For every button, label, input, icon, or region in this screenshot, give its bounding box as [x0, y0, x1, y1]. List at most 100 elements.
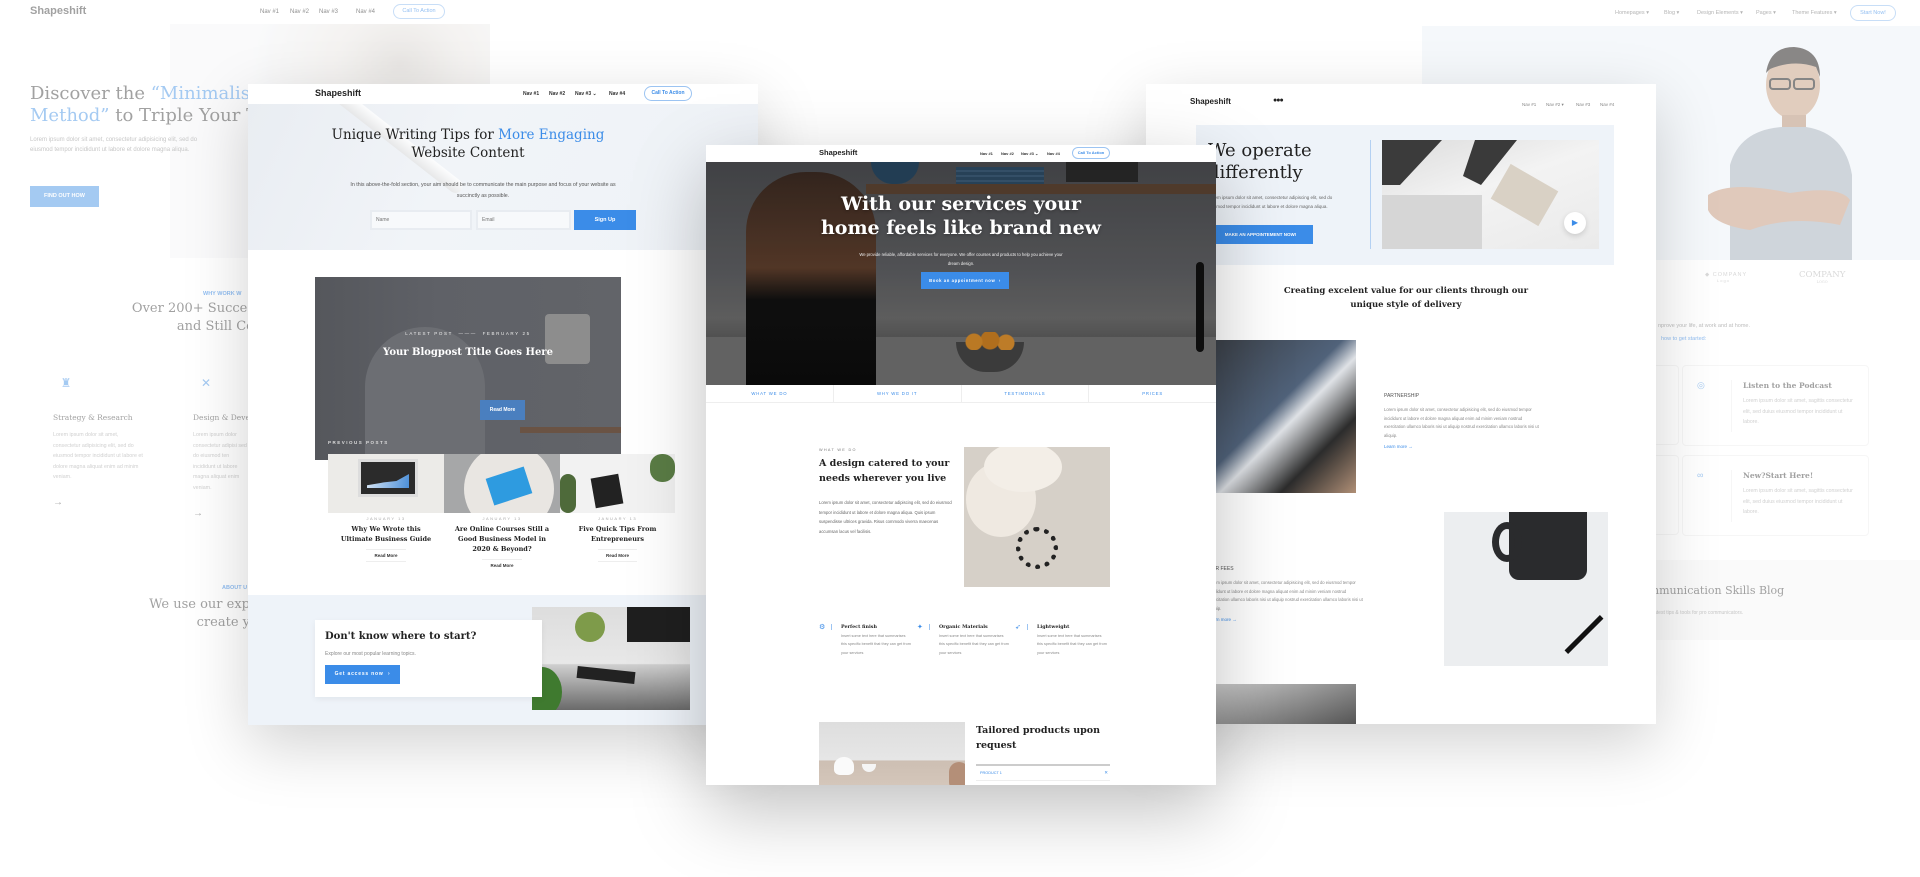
feature-title: Design & Devel	[193, 413, 253, 422]
sign-up-button[interactable]: Sign Up	[574, 210, 636, 230]
previous-posts-label: PREVIOUS POSTS	[328, 440, 389, 445]
product-1-label: PRODUCT 1	[980, 771, 1002, 775]
play-button[interactable]: ▶	[1564, 212, 1586, 234]
nav-item-1[interactable]: Nav #1	[980, 151, 993, 156]
navbar: Shapeshift Nav #1 Nav #2 Nav #3 ⌄ Nav #4…	[248, 84, 758, 104]
social-icons[interactable]: ●●●	[1273, 97, 1284, 104]
logo[interactable]: Shapeshift	[819, 148, 857, 157]
logo[interactable]: Shapeshift	[1190, 97, 1231, 106]
latest-read-more-button[interactable]: Read More	[480, 400, 525, 420]
monitor	[358, 459, 418, 497]
nav-item-3[interactable]: Nav #3 ⌄	[575, 91, 597, 97]
navbar: Shapeshift Nav #1 Nav #2 Nav #3 Nav #4 C…	[0, 0, 490, 24]
find-out-how-button[interactable]: FIND OUT HOW	[30, 186, 99, 207]
nav-homepages[interactable]: Homepages ▾	[1615, 10, 1649, 16]
post-thumb-1[interactable]	[328, 454, 444, 513]
nav-theme-features[interactable]: Theme Features ▾	[1792, 10, 1837, 16]
tab-testimonials[interactable]: TESTIMONIALS	[962, 385, 1090, 402]
nav-item-4[interactable]: Nav #4	[609, 91, 625, 97]
section-tabs: WHAT WE DO WHY WE DO IT TESTIMONIALS PRI…	[706, 385, 1216, 403]
nav-item-3[interactable]: Nav #3	[319, 9, 338, 15]
read-more-link[interactable]: Read More	[597, 549, 637, 562]
nav-design-elements[interactable]: Design Elements ▾	[1697, 10, 1743, 16]
close-icon[interactable]: ✕	[1104, 770, 1108, 776]
mug-handle	[1492, 522, 1522, 562]
gear-icon: ⚙	[819, 624, 826, 631]
product-1-accordion[interactable]: PRODUCT 1 ✕	[976, 764, 1110, 781]
video-thumbnail[interactable]: ▶	[1382, 140, 1599, 249]
section-text: Lorem ipsum dolor sit amet, consectetur …	[819, 500, 952, 534]
nav-item-4[interactable]: Nav #4	[1047, 151, 1060, 156]
nav-item-2[interactable]: Nav #2	[1001, 151, 1014, 156]
tab-prices[interactable]: PRICES	[1089, 385, 1216, 402]
nav-item-2[interactable]: Nav #2	[549, 91, 565, 97]
feature-text: Lorem ipsum dolor sit amet, consectetur …	[53, 432, 143, 481]
nav-item-3[interactable]: Nav #3	[1576, 102, 1590, 107]
nav-blog[interactable]: Blog ▾	[1664, 10, 1679, 16]
nav-item-3[interactable]: Nav #3 ⌄	[1021, 151, 1038, 156]
call-to-action-button[interactable]: Call To Action	[1072, 147, 1110, 159]
post-card-1: JANUARY 13 Why We Wrote this Ultimate Bu…	[328, 516, 444, 562]
name-input[interactable]	[370, 210, 472, 230]
get-started-link[interactable]: how to get started:	[1661, 336, 1706, 342]
hero-text: In this above-the-fold section, your aim…	[350, 182, 616, 199]
about-title: We use our exp create y	[149, 597, 250, 630]
post-card-2: JANUARY 13 Are Online Courses Still a Go…	[444, 516, 560, 572]
partnership-text: Lorem ipsum dolor sit amet, consectetur …	[1384, 407, 1539, 438]
make-appointment-button[interactable]: MAKE AN APPOINTEMENT NOW!	[1208, 225, 1313, 244]
nav-item-4[interactable]: Nav #4	[1600, 102, 1614, 107]
tab-what-we-do[interactable]: WHAT WE DO	[706, 385, 834, 402]
start-now-button[interactable]: Start Now!	[1850, 5, 1896, 21]
latest-post-title: Your Blogpost Title Goes Here	[383, 347, 553, 358]
latest-post-meta: LATEST POST ——— FEBRUARY 25	[405, 331, 531, 336]
partnership-image	[1206, 340, 1356, 493]
fair-fees-text: Lorem ipsum dolor sit amet, consectetur …	[1208, 580, 1363, 611]
nav-item-1[interactable]: Nav #1	[260, 9, 279, 15]
email-input[interactable]	[476, 210, 571, 230]
post-thumb-3[interactable]	[560, 454, 675, 513]
feature-title: Organic Materials	[939, 624, 988, 630]
feature-text: Insert some text here that summarises th…	[939, 634, 1009, 655]
lantern	[984, 447, 1062, 492]
feature-strategy: ♜ Strategy & Research Lorem ipsum dolor …	[53, 370, 143, 508]
value-title: Creating excelent value for our clients …	[1283, 286, 1529, 310]
desk-image	[532, 607, 690, 710]
nav-item-2[interactable]: Nav #2	[290, 9, 309, 15]
arm	[1382, 140, 1442, 185]
plant	[650, 454, 675, 482]
tab-why-we-do-it[interactable]: WHY WE DO IT	[834, 385, 962, 402]
call-to-action-button[interactable]: Call To Action	[393, 4, 445, 19]
card-podcast[interactable]: ◎ Listen to the Podcast Lorem ipsum dolo…	[1682, 365, 1869, 446]
nav-pages[interactable]: Pages ▾	[1756, 10, 1776, 16]
logo[interactable]: Shapeshift	[30, 5, 86, 17]
logo[interactable]: Shapeshift	[315, 88, 361, 98]
section-label: WHAT WE DO	[819, 448, 857, 452]
feature-text: Lorem ipsum dolor consectetur adipisi se…	[193, 432, 247, 491]
divider	[831, 624, 832, 630]
nav-item-1[interactable]: Nav #1	[1522, 102, 1536, 107]
nav-item-2[interactable]: Nav #2 ▾	[1546, 102, 1564, 108]
arrow-right-icon[interactable]: →	[193, 508, 253, 519]
divider	[929, 624, 930, 630]
nav-item-4[interactable]: Nav #4	[356, 9, 375, 15]
arrow-right-icon[interactable]: →	[53, 497, 143, 508]
podcast-icon: ◎	[1697, 380, 1705, 390]
read-more-link[interactable]: Read More	[482, 559, 522, 571]
read-more-link[interactable]: Read More	[366, 549, 406, 562]
partnership-learn-more-link[interactable]: Learn more →	[1384, 444, 1413, 449]
company-logo-2: COMPANY LOGO	[1799, 270, 1846, 284]
partnership-label: PARTNERSHIP	[1384, 393, 1420, 399]
why-label: WHY WORK W	[203, 291, 242, 297]
book-appointment-button[interactable]: Book an appointment now ›	[921, 272, 1009, 289]
about-label: ABOUT U	[222, 585, 248, 591]
post-thumb-2[interactable]	[444, 454, 560, 513]
mug-image	[1444, 512, 1608, 666]
pencil	[1564, 615, 1604, 654]
card-new-start[interactable]: ∞ New?Start Here! Lorem ipsum dolor sit …	[1682, 455, 1869, 536]
keyboard-image	[1206, 684, 1356, 724]
call-to-action-button[interactable]: Call To Action	[644, 86, 692, 101]
nav-item-1[interactable]: Nav #1	[523, 91, 539, 97]
notebook	[576, 666, 636, 684]
blog-title: nmunication Skills Blog	[1652, 584, 1785, 597]
get-access-button[interactable]: Get access now ›	[325, 665, 400, 684]
